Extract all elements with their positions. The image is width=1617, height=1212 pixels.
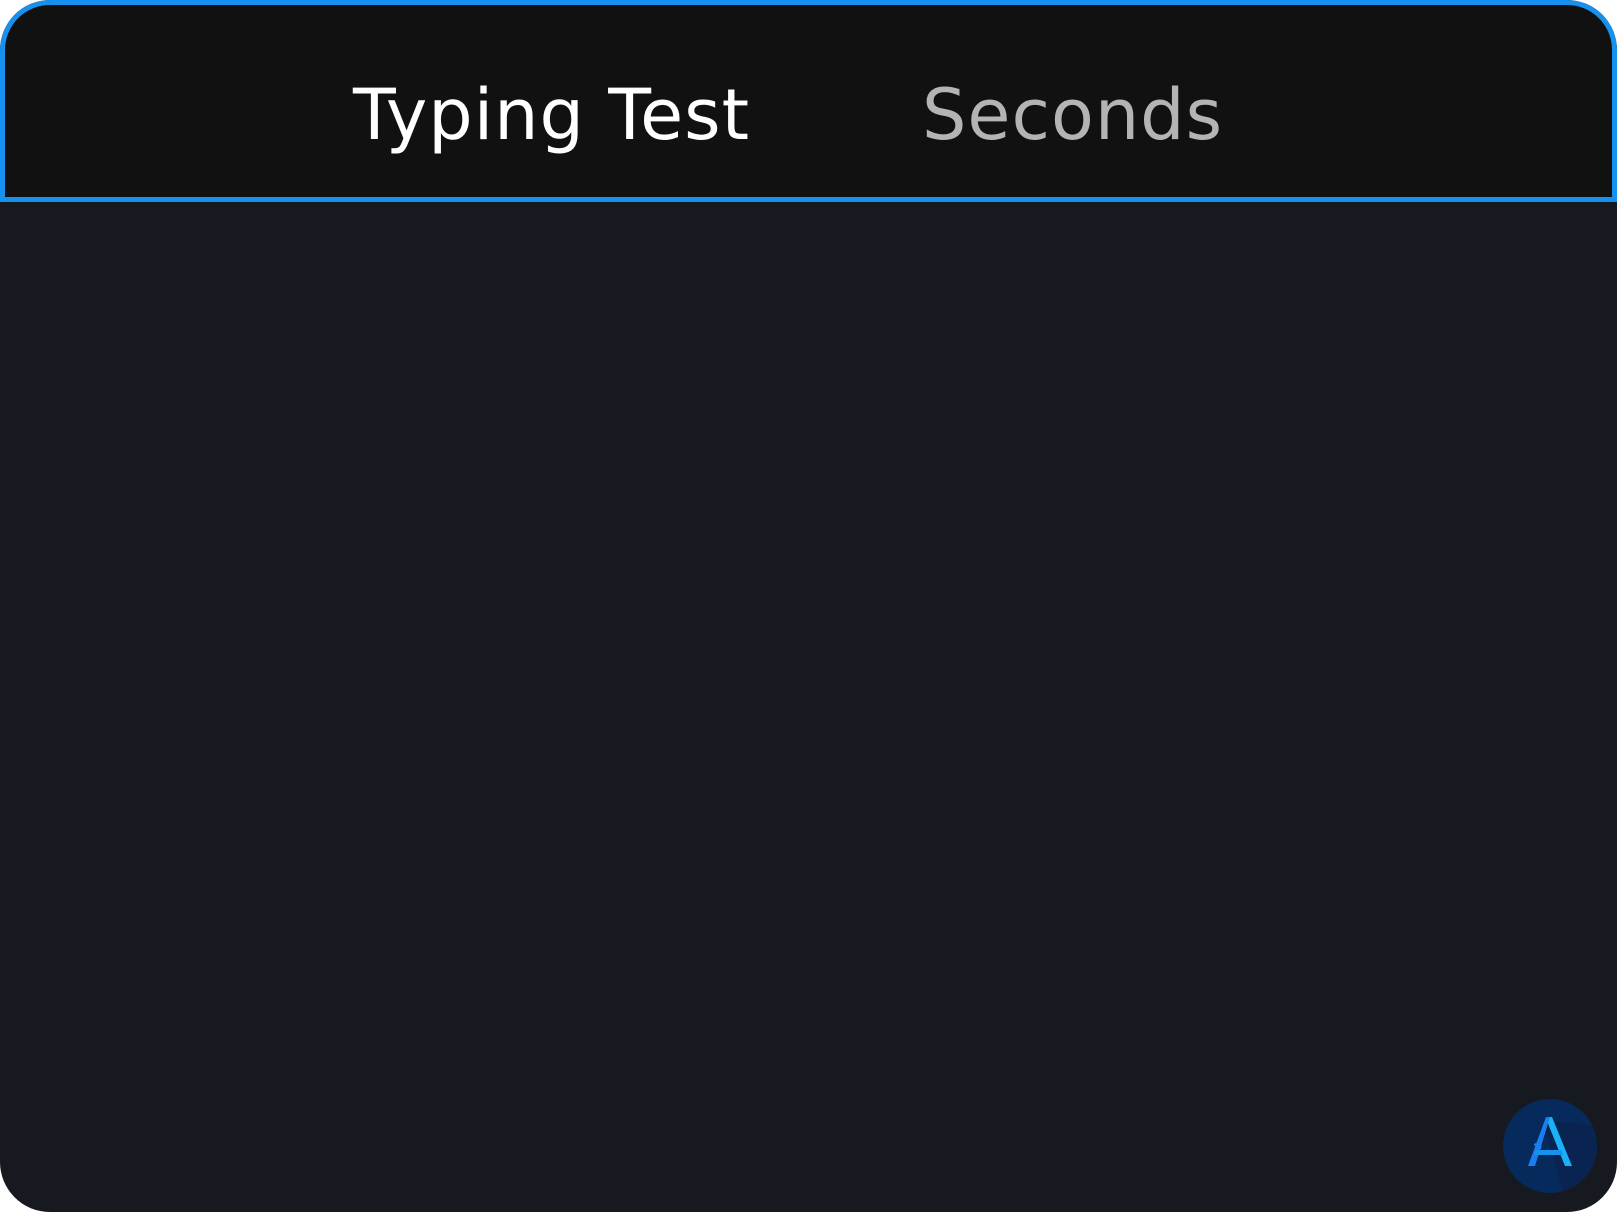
header-bar: Typing Test Seconds bbox=[0, 0, 1617, 202]
a-logo-graphic bbox=[1528, 1117, 1597, 1193]
typing-test-app: Typing Test Seconds bbox=[0, 0, 1617, 1212]
page-title: Typing Test bbox=[353, 74, 751, 156]
a-logo-icon[interactable] bbox=[1503, 1099, 1597, 1193]
timer-label: Seconds bbox=[922, 74, 1224, 156]
